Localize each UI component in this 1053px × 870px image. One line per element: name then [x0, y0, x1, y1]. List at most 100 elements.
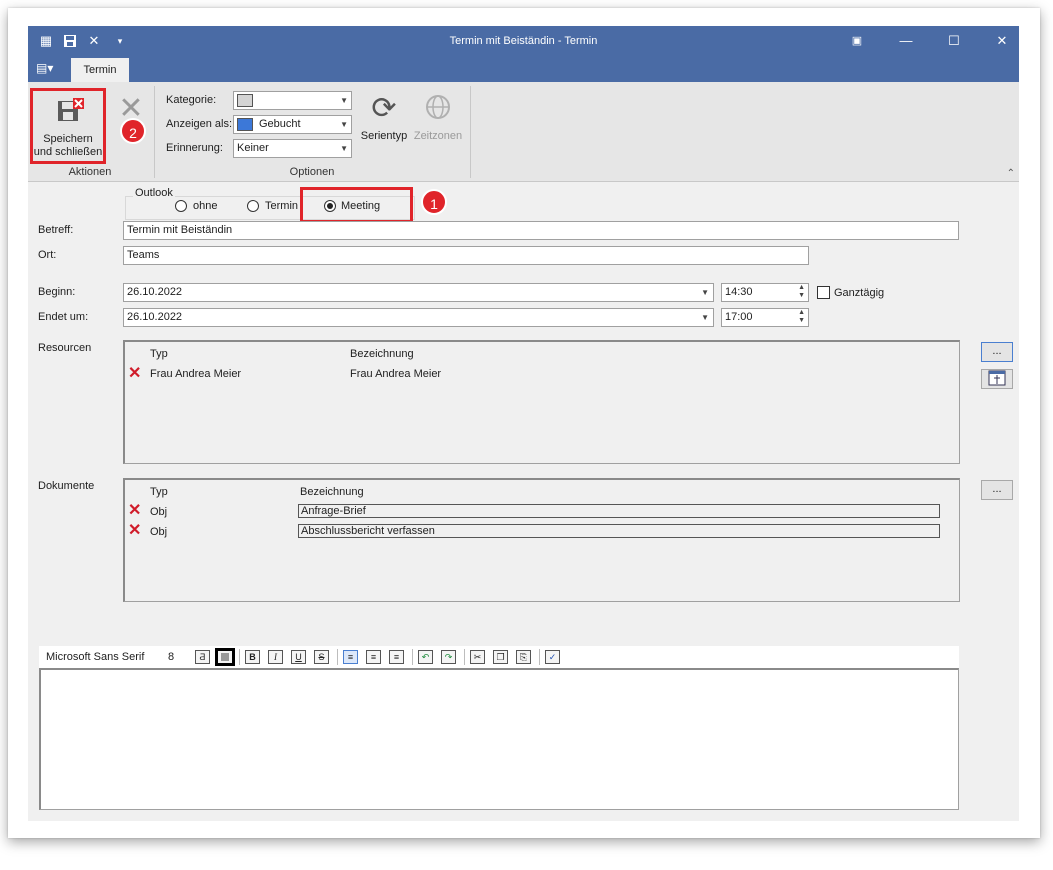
time-spinner-icon[interactable]: ▲ ▼ — [798, 284, 805, 300]
beginn-date-value: 26.10.2022 — [127, 286, 183, 298]
strikethrough-icon[interactable]: S — [314, 650, 329, 664]
toolbar-separator — [412, 649, 413, 665]
window-title: Termin mit Beiständin - Termin — [449, 35, 598, 47]
remove-row-icon[interactable]: ✕ — [128, 503, 142, 519]
documents-browse-button[interactable]: ... — [981, 480, 1013, 500]
file-menu-icon[interactable]: ▤▾ — [36, 61, 58, 77]
ende-label: Endet um: — [38, 311, 89, 323]
collapse-ribbon-icon[interactable]: ⌃ — [1007, 168, 1015, 179]
radio-termin[interactable] — [247, 200, 259, 212]
highlight-meeting — [300, 187, 413, 223]
font-style-icon[interactable]: Ƌ — [195, 650, 210, 664]
beginn-time-value: 14:30 — [725, 286, 753, 298]
toolbar-separator — [239, 649, 240, 665]
restore-layout-icon[interactable]: ▣ — [847, 32, 867, 50]
outlook-group-label: Outlook — [133, 187, 175, 199]
font-size-select[interactable]: 8 — [168, 651, 174, 663]
title-bar: ▦ ✕ ▾ Termin mit Beiständin - Termin ▣ —… — [28, 26, 1019, 56]
serientyp-label: Serientyp — [360, 130, 408, 142]
ganztaegig-label: Ganztägig — [834, 287, 885, 299]
spellcheck-icon[interactable]: ✓ — [545, 650, 560, 664]
resources-col-typ: Typ — [150, 348, 168, 360]
documents-list[interactable]: Typ Bezeichnung ✕ Obj Anfrage-Brief ✕ Ob… — [123, 478, 960, 602]
resources-col-bez: Bezeichnung — [350, 348, 414, 360]
undo-icon[interactable]: ↶ — [418, 650, 433, 664]
resources-label: Resourcen — [38, 342, 92, 354]
resource-bez: Frau Andrea Meier — [350, 368, 442, 380]
callout-badge-1: 1 — [421, 189, 447, 215]
document-typ: Obj — [150, 506, 168, 518]
ganztaegig-checkbox[interactable] — [817, 286, 830, 299]
zeitzonen-label: Zeitzonen — [413, 130, 463, 142]
editor-toolbar: Microsoft Sans Serif 8 Ƌ B I U S ≡ ≡ ≡ ↶… — [39, 646, 959, 668]
notes-editor[interactable] — [39, 668, 959, 810]
resource-typ: Frau Andrea Meier — [150, 368, 242, 380]
time-spinner-icon[interactable]: ▲ ▼ — [798, 309, 805, 325]
beginn-date-input[interactable]: 26.10.2022 ▼ — [123, 283, 714, 302]
tab-termin[interactable]: Termin — [71, 58, 129, 82]
delete-icon[interactable]: ✕ — [118, 94, 144, 124]
maximize-button[interactable]: ☐ — [944, 32, 964, 50]
close-button[interactable]: ✕ — [992, 32, 1012, 50]
ort-label: Ort: — [38, 249, 57, 261]
documents-label: Dokumente — [38, 480, 95, 492]
betreff-input[interactable]: Termin mit Beiständin — [123, 221, 959, 240]
anzeigen-label: Anzeigen als: — [166, 118, 233, 130]
resources-list[interactable]: Typ Bezeichnung ✕ Frau Andrea Meier Frau… — [123, 340, 960, 464]
chevron-down-icon: ▼ — [340, 144, 348, 153]
chevron-down-icon: ▼ — [340, 120, 348, 129]
text-color-icon[interactable] — [215, 648, 235, 666]
group-label-actions: Aktionen — [68, 166, 112, 178]
ende-time-value: 17:00 — [725, 311, 753, 323]
toolbar-separator — [464, 649, 465, 665]
toolbar-separator — [337, 649, 338, 665]
chevron-down-icon[interactable]: ▼ — [701, 309, 709, 326]
anzeigen-value: Gebucht — [259, 118, 301, 130]
save-close-icon — [58, 98, 84, 121]
beginn-label: Beginn: — [38, 286, 76, 298]
cut-icon[interactable]: ✂ — [470, 650, 485, 664]
toolbar-separator — [539, 649, 540, 665]
radio-termin-label: Termin — [265, 200, 299, 212]
ribbon-separator — [470, 86, 471, 178]
erinnerung-value: Keiner — [237, 142, 269, 154]
appointment-window: ▦ ✕ ▾ Termin mit Beiständin - Termin ▣ —… — [28, 26, 1019, 821]
zeitzonen-icon[interactable] — [422, 94, 454, 126]
save-and-close-button[interactable]: Speichern und schließen — [30, 88, 106, 164]
group-label-options: Optionen — [289, 166, 335, 178]
ribbon-separator — [154, 86, 155, 178]
serientyp-icon[interactable]: ⟳ — [368, 94, 400, 124]
bold-icon[interactable]: B — [245, 650, 260, 664]
ort-input[interactable]: Teams — [123, 246, 809, 265]
documents-col-bez: Bezeichnung — [300, 486, 364, 498]
redo-icon[interactable]: ↷ — [441, 650, 456, 664]
erinnerung-combo[interactable]: Keiner ▼ — [233, 139, 352, 158]
align-right-icon[interactable]: ≡ — [389, 650, 404, 664]
resources-calendar-button[interactable] — [981, 369, 1013, 389]
ende-date-input[interactable]: 26.10.2022 ▼ — [123, 308, 714, 327]
remove-row-icon[interactable]: ✕ — [128, 366, 142, 382]
document-bez[interactable]: Abschlussbericht verfassen — [298, 524, 940, 538]
font-name-select[interactable]: Microsoft Sans Serif — [46, 651, 144, 663]
copy-icon[interactable]: ❐ — [493, 650, 508, 664]
kategorie-swatch — [237, 93, 253, 107]
kategorie-combo[interactable]: ▼ — [233, 91, 352, 110]
remove-row-icon[interactable]: ✕ — [128, 523, 142, 539]
underline-icon[interactable]: U — [291, 650, 306, 664]
italic-icon[interactable]: I — [268, 650, 283, 664]
resources-browse-button[interactable]: ... — [981, 342, 1013, 362]
documents-col-typ: Typ — [150, 486, 168, 498]
align-center-icon[interactable]: ≡ — [366, 650, 381, 664]
paste-icon[interactable]: ⎘ — [516, 650, 531, 664]
beginn-time-input[interactable]: 14:30 ▲ ▼ — [721, 283, 809, 302]
chevron-down-icon: ▼ — [340, 96, 348, 105]
anzeigen-combo[interactable]: Gebucht ▼ — [233, 115, 352, 134]
document-bez[interactable]: Anfrage-Brief — [298, 504, 940, 518]
save-and-close-label: Speichern und schließen — [33, 133, 103, 158]
minimize-button[interactable]: — — [896, 32, 916, 50]
radio-ohne[interactable] — [175, 200, 187, 212]
chevron-down-icon[interactable]: ▼ — [701, 284, 709, 301]
calendar-grid-icon — [988, 370, 1006, 386]
align-left-icon[interactable]: ≡ — [343, 650, 358, 664]
ende-time-input[interactable]: 17:00 ▲ ▼ — [721, 308, 809, 327]
